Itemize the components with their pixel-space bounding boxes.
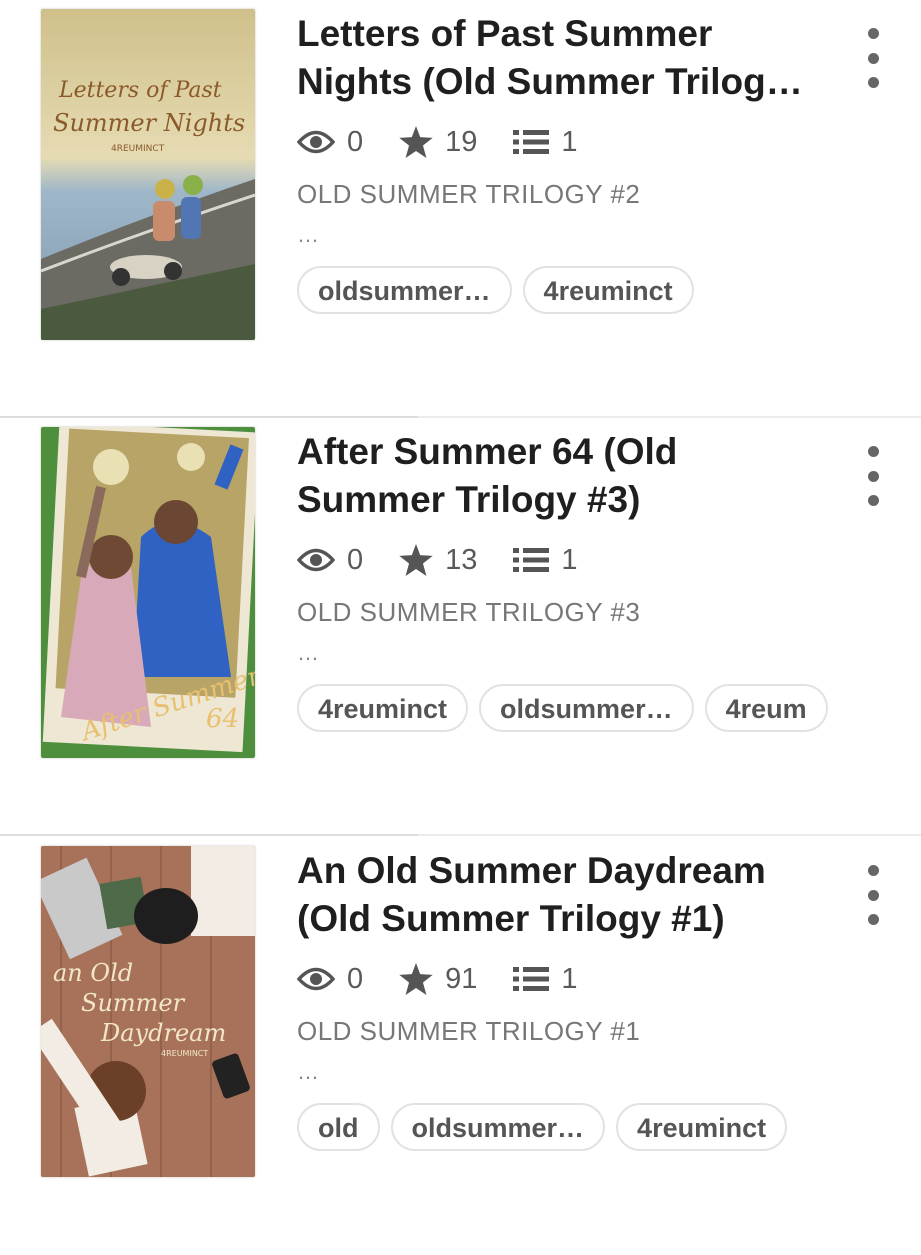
- list-icon: [513, 548, 550, 572]
- story-stats: 0 91 1: [297, 959, 817, 999]
- more-vertical-icon: [867, 77, 879, 88]
- story-card[interactable]: an Old Summer Daydream 4REUMINCT An Old …: [0, 837, 921, 1255]
- tag-list: oldsummer… 4reuminct: [297, 266, 817, 314]
- parts-stat: 1: [513, 543, 578, 577]
- votes-stat: 19: [399, 126, 477, 159]
- more-vertical-icon: [867, 889, 879, 901]
- story-subtitle: OLD SUMMER TRILOGY #1: [297, 1016, 641, 1046]
- reads-count: 0: [347, 125, 364, 158]
- eye-icon: [297, 967, 335, 991]
- cover-author: 4REUMINCT: [161, 1049, 208, 1058]
- parts-stat: 1: [513, 962, 578, 996]
- list-icon: [513, 130, 550, 154]
- story-cover-image[interactable]: Letters of Past Summer Nights 4REUMINCT: [41, 9, 255, 340]
- more-vertical-icon: [867, 28, 879, 39]
- story-info: Letters of Past Summer Nights (Old Summe…: [297, 10, 817, 314]
- tag-list: old oldsummer… 4reuminct: [297, 1103, 817, 1151]
- cover-title-line: Summer: [81, 989, 186, 1017]
- story-stats: 0 13 1: [297, 540, 817, 580]
- votes-stat: 91: [399, 963, 477, 996]
- more-vertical-icon: [867, 914, 879, 925]
- cover-title-line: Summer Nights: [53, 109, 245, 137]
- reads-stat: 0: [297, 126, 363, 159]
- tag-chip[interactable]: oldsummer…: [297, 266, 512, 314]
- cover-title-line: 64: [206, 704, 239, 734]
- story-title[interactable]: After Summer 64 (Old Summer Trilogy #3): [297, 428, 817, 524]
- tag-chip[interactable]: 4reuminct: [522, 266, 694, 314]
- parts-count: 1: [561, 125, 578, 158]
- more-vertical-icon: [867, 52, 879, 64]
- cover-author: 4REUMINCT: [111, 144, 165, 154]
- tag-chip[interactable]: old: [297, 1103, 380, 1151]
- story-info: An Old Summer Daydream (Old Summer Trilo…: [297, 847, 817, 1151]
- story-description: …: [297, 640, 319, 665]
- story-description: …: [297, 222, 319, 247]
- reads-count: 0: [347, 543, 364, 576]
- story-list: Letters of Past Summer Nights 4REUMINCT …: [0, 0, 921, 1200]
- tag-list: 4reuminct oldsummer… 4reum: [297, 684, 828, 732]
- more-vertical-icon: [867, 495, 879, 506]
- eye-icon: [297, 130, 335, 154]
- votes-count: 91: [445, 962, 478, 995]
- votes-stat: 13: [399, 544, 477, 577]
- votes-count: 13: [445, 543, 478, 576]
- more-options-button[interactable]: [861, 446, 885, 506]
- cover-title-line: Daydream: [100, 1019, 226, 1047]
- reads-count: 0: [347, 962, 364, 995]
- tag-chip[interactable]: oldsummer…: [479, 684, 694, 732]
- tag-chip[interactable]: 4reuminct: [616, 1103, 788, 1151]
- tag-chip[interactable]: oldsummer…: [390, 1103, 606, 1151]
- story-subtitle: OLD SUMMER TRILOGY #2: [297, 179, 641, 209]
- parts-count: 1: [561, 962, 578, 995]
- more-options-button[interactable]: [861, 865, 885, 925]
- story-title[interactable]: Letters of Past Summer Nights (Old Summe…: [297, 10, 817, 106]
- reads-stat: 0: [297, 544, 363, 577]
- divider: [0, 834, 921, 836]
- cover-title-line: Letters of Past: [58, 78, 222, 103]
- votes-count: 19: [445, 125, 478, 158]
- story-card[interactable]: After Summer 64 After Summer 64 (Old Sum…: [0, 418, 921, 836]
- more-vertical-icon: [867, 865, 879, 876]
- star-icon: [399, 126, 433, 158]
- tag-chip[interactable]: 4reum: [704, 684, 828, 732]
- story-title[interactable]: An Old Summer Daydream (Old Summer Trilo…: [297, 847, 817, 943]
- story-cover-image[interactable]: After Summer 64: [41, 427, 255, 758]
- star-icon: [399, 963, 433, 995]
- more-options-button[interactable]: [861, 28, 885, 88]
- cover-title-line: an Old: [53, 959, 133, 987]
- star-icon: [399, 544, 433, 576]
- story-subtitle: OLD SUMMER TRILOGY #3: [297, 597, 641, 627]
- reads-stat: 0: [297, 963, 363, 996]
- eye-icon: [297, 548, 335, 572]
- story-card[interactable]: Letters of Past Summer Nights 4REUMINCT …: [0, 0, 921, 418]
- story-stats: 0 19 1: [297, 122, 817, 162]
- parts-count: 1: [561, 543, 578, 576]
- more-vertical-icon: [867, 470, 879, 482]
- story-cover-image[interactable]: an Old Summer Daydream 4REUMINCT: [41, 846, 255, 1177]
- tag-chip[interactable]: 4reuminct: [297, 684, 469, 732]
- story-info: After Summer 64 (Old Summer Trilogy #3) …: [297, 428, 828, 732]
- more-vertical-icon: [867, 446, 879, 457]
- story-description: …: [297, 1059, 319, 1084]
- list-icon: [513, 967, 550, 991]
- parts-stat: 1: [513, 125, 578, 159]
